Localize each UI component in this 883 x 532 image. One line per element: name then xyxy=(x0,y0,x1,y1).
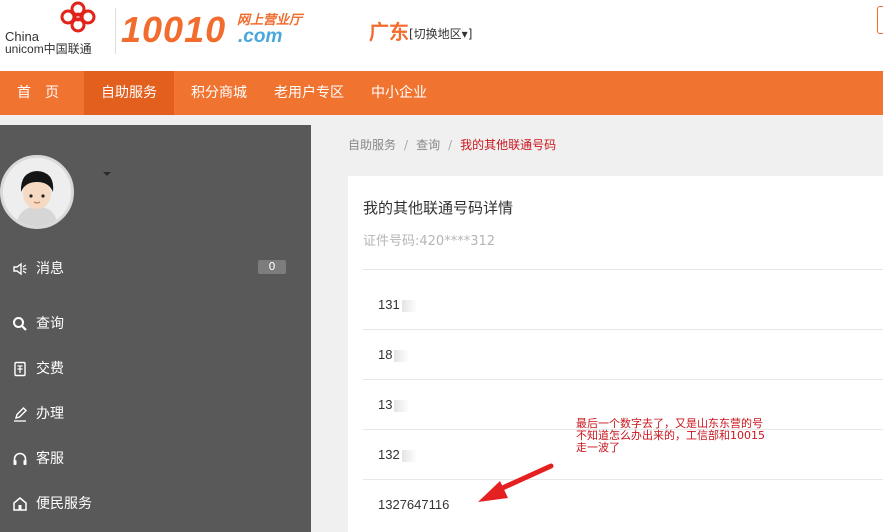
user-menu-caret-icon[interactable] xyxy=(103,172,111,176)
nav-item-home[interactable]: 首 页 xyxy=(0,71,82,115)
breadcrumb: 自助服务 / 查询 / 我的其他联通号码 xyxy=(348,137,556,153)
unicom-logo[interactable]: China unicom中国联通 xyxy=(5,0,115,60)
sidebar-item-label: 客服 xyxy=(36,451,64,467)
logo-divider xyxy=(115,8,116,54)
phone-number-text: 18 xyxy=(378,347,393,362)
speaker-icon xyxy=(13,262,27,276)
phone-number: 13 xyxy=(378,397,409,413)
redacted-digits xyxy=(394,349,409,362)
avatar[interactable] xyxy=(0,155,74,229)
nav-item-self-service[interactable]: 自助服务 xyxy=(84,71,174,115)
redacted-digits xyxy=(394,399,409,412)
breadcrumb-separator: / xyxy=(404,138,409,152)
sidebar-item-label: 交费 xyxy=(36,361,64,377)
site-header: China unicom中国联通 10010 网上营业厅 .com 广东 [切换… xyxy=(0,0,883,71)
number-row: 1327647116 xyxy=(363,480,883,530)
logo-unicom-text: unicom中国联通 xyxy=(5,42,92,56)
nav-item-old-users[interactable]: 老用户专区 xyxy=(274,71,344,115)
phone-number-text: 131 xyxy=(378,297,400,312)
breadcrumb-current: 我的其他联通号码 xyxy=(460,138,557,152)
home-icon xyxy=(13,497,27,511)
phone-number: 18 xyxy=(378,347,409,363)
phone-number-text: 13 xyxy=(378,397,393,412)
brand-domain: .com xyxy=(238,26,283,47)
user-avatar-icon xyxy=(3,158,71,226)
region-switch-link[interactable]: [切换地区▾] xyxy=(409,27,472,41)
brand-number[interactable]: 10010 xyxy=(121,10,226,50)
region-name: 广东 xyxy=(369,20,409,44)
breadcrumb-query[interactable]: 查询 xyxy=(416,138,440,152)
sidebar: 消息 0 查询 交费 办理 客服 便民服务 xyxy=(0,125,311,532)
id-number-label: 证件号码:420****312 xyxy=(363,234,496,249)
annotation-arrow-icon xyxy=(478,463,554,502)
sidebar-item-label: 便民服务 xyxy=(36,496,92,512)
unicom-knot-icon xyxy=(60,1,96,33)
annotation-note: 最后一个数字去了，又是山东东营的号 不知道怎么办出来的，工信部和10015 走一… xyxy=(576,418,806,454)
breadcrumb-self-service[interactable]: 自助服务 xyxy=(348,138,396,152)
pencil-icon xyxy=(14,407,27,422)
sidebar-item-label: 办理 xyxy=(36,406,64,422)
phone-number: 131 xyxy=(378,297,416,313)
header-edge-button[interactable] xyxy=(877,6,883,34)
phone-number: 132 xyxy=(378,447,416,463)
number-row: 18 xyxy=(363,330,883,380)
card-title: 我的其他联通号码详情 xyxy=(363,199,514,217)
annotation-line: 走一波了 xyxy=(576,441,620,454)
main-nav: 首 页 自助服务 积分商城 老用户专区 中小企业 xyxy=(0,71,883,115)
breadcrumb-separator: / xyxy=(448,138,453,152)
sidebar-item-label: 消息 xyxy=(36,261,64,277)
headset-icon xyxy=(13,452,27,465)
numbers-card: 我的其他联通号码详情 证件号码:420****312 131 18 13 132… xyxy=(348,176,883,532)
number-row: 131 xyxy=(363,280,883,330)
nav-item-points-mall[interactable]: 积分商城 xyxy=(191,71,247,115)
redacted-digits xyxy=(401,299,416,312)
nav-item-sme[interactable]: 中小企业 xyxy=(371,71,427,115)
search-icon xyxy=(13,317,27,331)
page: China unicom中国联通 10010 网上营业厅 .com 广东 [切换… xyxy=(0,0,883,532)
redacted-digits xyxy=(401,449,416,462)
phone-number-text: 132 xyxy=(378,447,400,462)
sidebar-item-label: 查询 xyxy=(36,316,64,332)
phone-number: 1327647116 xyxy=(378,497,450,512)
message-count-badge: 0 xyxy=(258,260,286,274)
card-divider xyxy=(363,269,883,270)
receipt-icon xyxy=(14,361,26,377)
